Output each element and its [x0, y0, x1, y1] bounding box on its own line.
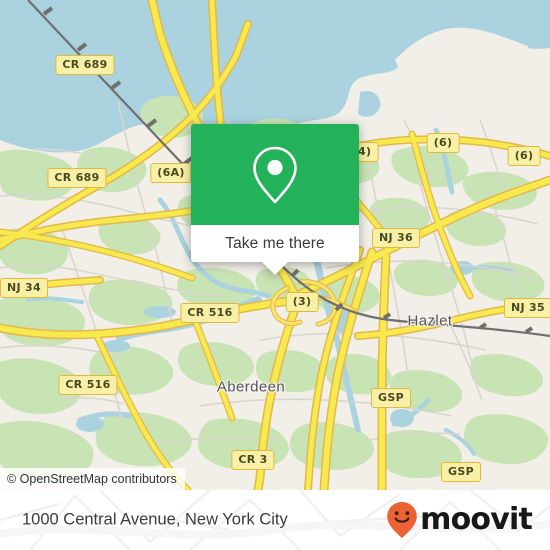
popup-pointer-tail [262, 262, 288, 275]
road-shield[interactable]: CR 516 [180, 303, 240, 323]
location-pin-icon [253, 146, 297, 203]
place-label-aberdeen: Aberdeen [216, 378, 286, 396]
footer-bar: 1000 Central Avenue, New York City moovi… [0, 490, 550, 550]
destination-popup-card[interactable]: Take me there [191, 124, 359, 275]
road-shield[interactable]: CR 3 [231, 450, 275, 470]
take-me-there-label: Take me there [225, 234, 325, 252]
road-shield[interactable]: GSP [441, 462, 481, 482]
place-label-hazlet: Hazlet [407, 312, 453, 330]
moovit-smiley-pin-icon [387, 502, 417, 538]
road-shield[interactable]: NJ 35 [504, 298, 550, 318]
take-me-there-button[interactable]: Take me there [191, 225, 359, 262]
map-preview-screen: CR 689 CR 689 (6A) (6) (6) (4) NJ 36 NJ … [0, 0, 550, 550]
address-text: 1000 Central Avenue, New York City [22, 510, 288, 529]
map-canvas[interactable]: CR 689 CR 689 (6A) (6) (6) (4) NJ 36 NJ … [0, 0, 550, 490]
road-shield[interactable]: CR 689 [55, 55, 115, 75]
road-shield[interactable]: NJ 34 [0, 278, 48, 298]
road-shield[interactable]: (6) [426, 133, 460, 153]
road-shield[interactable]: (3) [285, 292, 319, 312]
road-shield[interactable]: CR 689 [47, 168, 107, 188]
moovit-logo[interactable]: moovit [386, 501, 533, 539]
popup-image-area [191, 124, 359, 225]
moovit-wordmark: moovit [420, 502, 533, 537]
road-shield[interactable]: (6) [507, 146, 541, 166]
road-shield[interactable]: NJ 36 [372, 228, 420, 248]
osm-attribution[interactable]: © OpenStreetMap contributors [0, 468, 185, 490]
road-shield[interactable]: (6A) [150, 163, 192, 183]
road-shield[interactable]: GSP [371, 388, 411, 408]
road-shield[interactable]: CR 516 [58, 375, 118, 395]
